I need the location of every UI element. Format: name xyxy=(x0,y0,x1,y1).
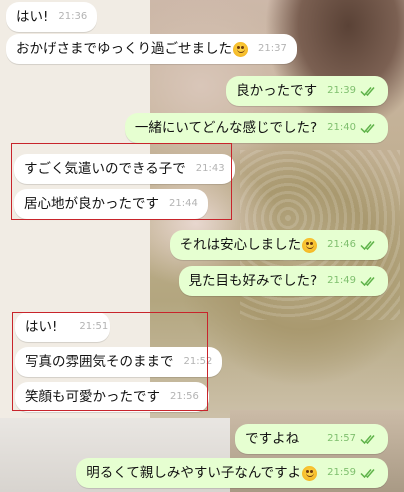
incoming-message[interactable]: はい! 21:36 xyxy=(6,2,98,32)
message-text: 一緒にいてどんな感じでした? xyxy=(134,120,318,136)
message-text: 見た目も好みでした? xyxy=(188,273,318,289)
message-text: おかげさまでゆっくり過ごせました xyxy=(16,41,232,57)
outgoing-message[interactable]: 明るくて親しみやすい子なんですよ 21:59 xyxy=(76,458,388,488)
message-time: 21:46 xyxy=(327,239,356,250)
message-text: それは安心しました xyxy=(179,237,302,253)
outgoing-message[interactable]: 見た目も好みでした? 21:49 xyxy=(178,266,388,296)
outgoing-message[interactable]: ですよね 21:57 xyxy=(235,424,388,454)
message-list: はい! 21:36 おかげさまでゆっくり過ごせました 21:37 良かったです 21:… xyxy=(0,0,404,492)
smiling-face-icon xyxy=(302,237,318,253)
highlight-box xyxy=(11,143,232,220)
outgoing-message[interactable]: 一緒にいてどんな感じでした? 21:40 xyxy=(124,113,388,143)
message-text: 明るくて親しみやすい子なんですよ xyxy=(86,465,302,481)
incoming-message[interactable]: おかげさまでゆっくり過ごせました 21:37 xyxy=(6,34,297,64)
smiling-face-icon xyxy=(233,41,248,57)
double-check-icon xyxy=(360,435,375,445)
double-check-icon xyxy=(360,124,375,134)
double-check-icon xyxy=(360,241,375,251)
message-time: 21:40 xyxy=(327,122,356,133)
outgoing-message[interactable]: それは安心しました 21:46 xyxy=(169,230,388,260)
message-text: ですよね xyxy=(245,431,300,447)
highlight-box xyxy=(12,312,208,411)
message-time: 21:49 xyxy=(327,275,356,286)
outgoing-message[interactable]: 良かったです 21:39 xyxy=(226,76,388,106)
double-check-icon xyxy=(360,469,375,479)
message-time: 21:39 xyxy=(327,85,356,96)
message-time: 21:57 xyxy=(327,433,356,444)
message-time: 21:59 xyxy=(327,467,356,478)
double-check-icon xyxy=(360,87,375,97)
message-text: はい! xyxy=(16,9,49,25)
message-time: 21:37 xyxy=(258,43,287,54)
smiling-face-icon xyxy=(302,465,318,481)
message-text: 良かったです xyxy=(236,83,318,99)
double-check-icon xyxy=(360,277,375,287)
message-time: 21:36 xyxy=(58,11,88,22)
